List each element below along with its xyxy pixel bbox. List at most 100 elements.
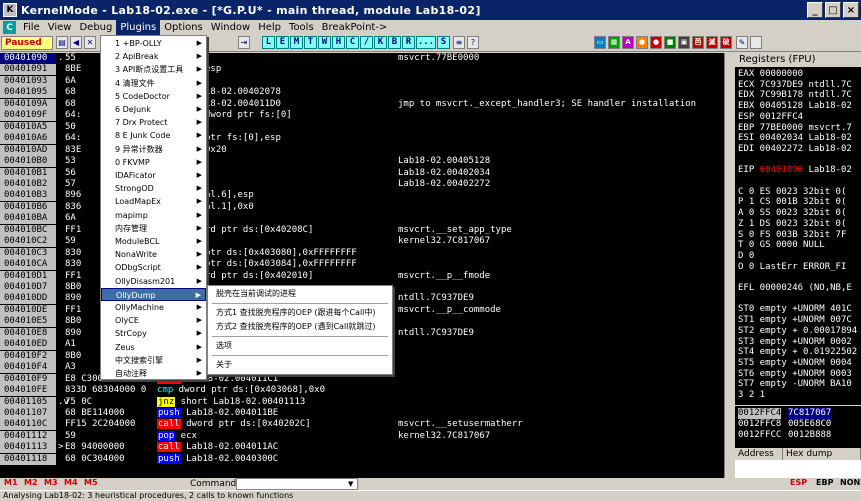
pane-splitter[interactable] <box>724 53 735 478</box>
threads-button[interactable]: T <box>304 36 317 49</box>
menu-tools[interactable]: Tools <box>285 20 318 35</box>
call-stack-button[interactable]: K <box>374 36 387 49</box>
plugins-menu-item[interactable]: StrongOD ▶ <box>101 182 206 195</box>
plugins-menu-item[interactable]: 6 DeJunk ▶ <box>101 103 206 116</box>
plugins-menu-item[interactable]: 自动注释 ▶ <box>101 367 206 380</box>
settings-icon[interactable]: ✎ <box>736 36 748 49</box>
box-icon[interactable]: ▣ <box>678 36 690 49</box>
plugins-menu-item[interactable]: Zeus ▶ <box>101 341 206 354</box>
m4-tab[interactable]: M4 <box>64 478 78 487</box>
table-row[interactable]: 00401112 59 pop ecx kernel32.7C817067 <box>0 430 724 442</box>
submenu-find-oep-step-over[interactable]: 方式2 查找脱壳程序的OEP (遇到Call就跳过) <box>208 320 392 334</box>
ebp-tab[interactable]: EBP <box>816 478 833 487</box>
menu-options[interactable]: Options <box>160 20 207 35</box>
plugins-menu-item[interactable]: OllyDisasm201 ▶ <box>101 275 206 288</box>
stack-row[interactable]: 0012FFC4 7C817067 <box>735 408 861 419</box>
plugins-menu-item[interactable]: 1 +BP-OLLY ▶ <box>101 37 206 50</box>
circle-orange-icon[interactable]: ● <box>636 36 648 49</box>
plugins-menu-item[interactable]: IDAFicator ▶ <box>101 169 206 182</box>
m2-tab[interactable]: M2 <box>24 478 38 487</box>
registers-pane[interactable]: Registers (FPU) EAX 00000000 ECX 7C937DE… <box>735 53 861 405</box>
minimize-button[interactable]: _ <box>807 2 823 18</box>
plugins-menu-item[interactable]: OlyCE ▶ <box>101 314 206 327</box>
plugins-menu-item[interactable]: 5 CodeDoctor ▶ <box>101 90 206 103</box>
open-icon[interactable]: ▤ <box>56 36 68 49</box>
esp-tab[interactable]: ESP <box>790 478 807 487</box>
close-file-icon[interactable]: ✕ <box>84 36 96 49</box>
breakpoints-button[interactable]: B <box>388 36 401 49</box>
windows-button[interactable]: W <box>318 36 331 49</box>
submenu-about[interactable]: 关于 <box>208 358 392 372</box>
table-row[interactable]: 0040110C FF15 2C204000 call dword ptr ds:[… <box>0 419 724 431</box>
circle-red-icon[interactable]: ● <box>650 36 662 49</box>
stack-row[interactable]: 0012FFC8 005E68C0 <box>735 419 861 430</box>
plugins-menu-item[interactable]: 内存管理 ▶ <box>101 222 206 235</box>
m1-tab[interactable]: M1 <box>4 478 18 487</box>
square-green-icon[interactable]: ■ <box>664 36 676 49</box>
window-icon[interactable]: ▭ <box>594 36 606 49</box>
chevron-down-icon[interactable]: ▼ <box>348 478 353 490</box>
executables-button[interactable]: E <box>276 36 289 49</box>
plugins-menu-item[interactable]: 9 异常计数器 ▶ <box>101 143 206 156</box>
cn-red-icon-2[interactable]: 滅 <box>706 36 718 49</box>
plugins-menu-item[interactable]: 3 API断点设置工具 ▶ <box>101 63 206 76</box>
submenu-dump-process[interactable]: 脱壳在当前调试的进程 <box>208 287 392 301</box>
log-window-button[interactable]: L <box>262 36 275 49</box>
blank-icon[interactable] <box>750 36 762 49</box>
m3-tab[interactable]: M3 <box>44 478 58 487</box>
plugins-menu-item[interactable]: 4 清理文件 ▶ <box>101 77 206 90</box>
plugins-menu-item[interactable]: mapimp ▶ <box>101 209 206 222</box>
source-button[interactable]: S <box>437 36 450 49</box>
command-input[interactable] <box>236 478 358 490</box>
grid-icon[interactable]: ▦ <box>608 36 620 49</box>
rewind-icon[interactable]: ◀ <box>70 36 82 49</box>
run-trace-button[interactable]: ... <box>416 36 436 49</box>
cpu-window-icon[interactable]: C <box>3 21 16 34</box>
cpu-button[interactable]: C <box>346 36 359 49</box>
menu-debug[interactable]: Debug <box>75 20 116 35</box>
plugins-menu-item[interactable]: 8 E Junk Code ▶ <box>101 129 206 142</box>
plugins-menu-item[interactable]: OllyDump ▶ <box>101 287 206 301</box>
memory-map-button[interactable]: M <box>290 36 303 49</box>
menu-plugins[interactable]: Plugins <box>116 20 161 35</box>
execute-till-user-code-icon[interactable]: ⇥ <box>238 36 250 49</box>
maximize-button[interactable]: □ <box>825 2 841 18</box>
plugins-menu-item[interactable]: 中文搜索引擎 ▶ <box>101 354 206 367</box>
plugins-menu-item[interactable]: 2 ApiBreak ▶ <box>101 50 206 63</box>
patches-button[interactable]: / <box>360 36 373 49</box>
menu-help[interactable]: Help <box>254 20 285 35</box>
handles-button[interactable]: H <box>332 36 345 49</box>
plugins-menu-item[interactable]: ModuleBCL ▶ <box>101 235 206 248</box>
table-row[interactable]: 00401107 68 BE114000 push Lab18-02.004011B… <box>0 407 724 419</box>
submenu-find-oep-step-into[interactable]: 方式1 查找脱壳程序的OEP (跟进每个Call中) <box>208 306 392 320</box>
submenu-options[interactable]: 选项 <box>208 339 392 353</box>
help-icon[interactable]: ? <box>467 36 479 49</box>
menu-breakpoint[interactable]: BreakPoint-> <box>318 20 392 35</box>
menu-file[interactable]: File <box>19 20 44 35</box>
cn-red-icon-3[interactable]: 破 <box>720 36 732 49</box>
m5-tab[interactable]: M5 <box>84 478 98 487</box>
plugins-menu-item[interactable]: StrCopy ▶ <box>101 327 206 340</box>
none-tab[interactable]: NONE <box>840 478 861 487</box>
menu-view[interactable]: View <box>44 20 76 35</box>
plugins-menu-item[interactable]: ODbgScript ▶ <box>101 261 206 274</box>
menu-window[interactable]: Window <box>207 20 254 35</box>
stack-pane[interactable]: 0012FFC4 7C817067 0012FFC8 005E68C0 0012FFCC… <box>735 406 861 448</box>
table-row[interactable]: 004010FE 833D 68304000 0 cmp dword ptr ds:… <box>0 385 724 397</box>
stack-row[interactable]: 0012FFCC 0012B888 <box>735 430 861 441</box>
plugins-menu-item[interactable]: 7 Drx Protect ▶ <box>101 116 206 129</box>
a-icon[interactable]: A <box>622 36 634 49</box>
dump-hex-header[interactable]: Hex dump <box>783 448 861 460</box>
plugins-menu-item[interactable]: 0 FKVMP ▶ <box>101 156 206 169</box>
plugins-menu-item[interactable]: OllyMachine ▶ <box>101 301 206 314</box>
list-icon[interactable]: ≡ <box>453 36 465 49</box>
plugins-menu-item[interactable]: NonaWrite ▶ <box>101 248 206 261</box>
cn-red-icon-1[interactable]: 芭 <box>692 36 704 49</box>
table-row[interactable]: 00401105 .v 75 0C jnz short Lab18-02.004011… <box>0 396 724 408</box>
table-row[interactable]: 00401113 > E8 94000000 call Lab18-02.004011… <box>0 442 724 454</box>
dump-pane[interactable]: Address Hex dump <box>735 448 861 478</box>
plugins-menu-item[interactable]: LoadMapEx ▶ <box>101 195 206 208</box>
references-button[interactable]: R <box>402 36 415 49</box>
close-button[interactable]: × <box>843 2 859 18</box>
table-row[interactable]: 00401118 68 0C304000 push Lab18-02.0040300… <box>0 453 724 465</box>
